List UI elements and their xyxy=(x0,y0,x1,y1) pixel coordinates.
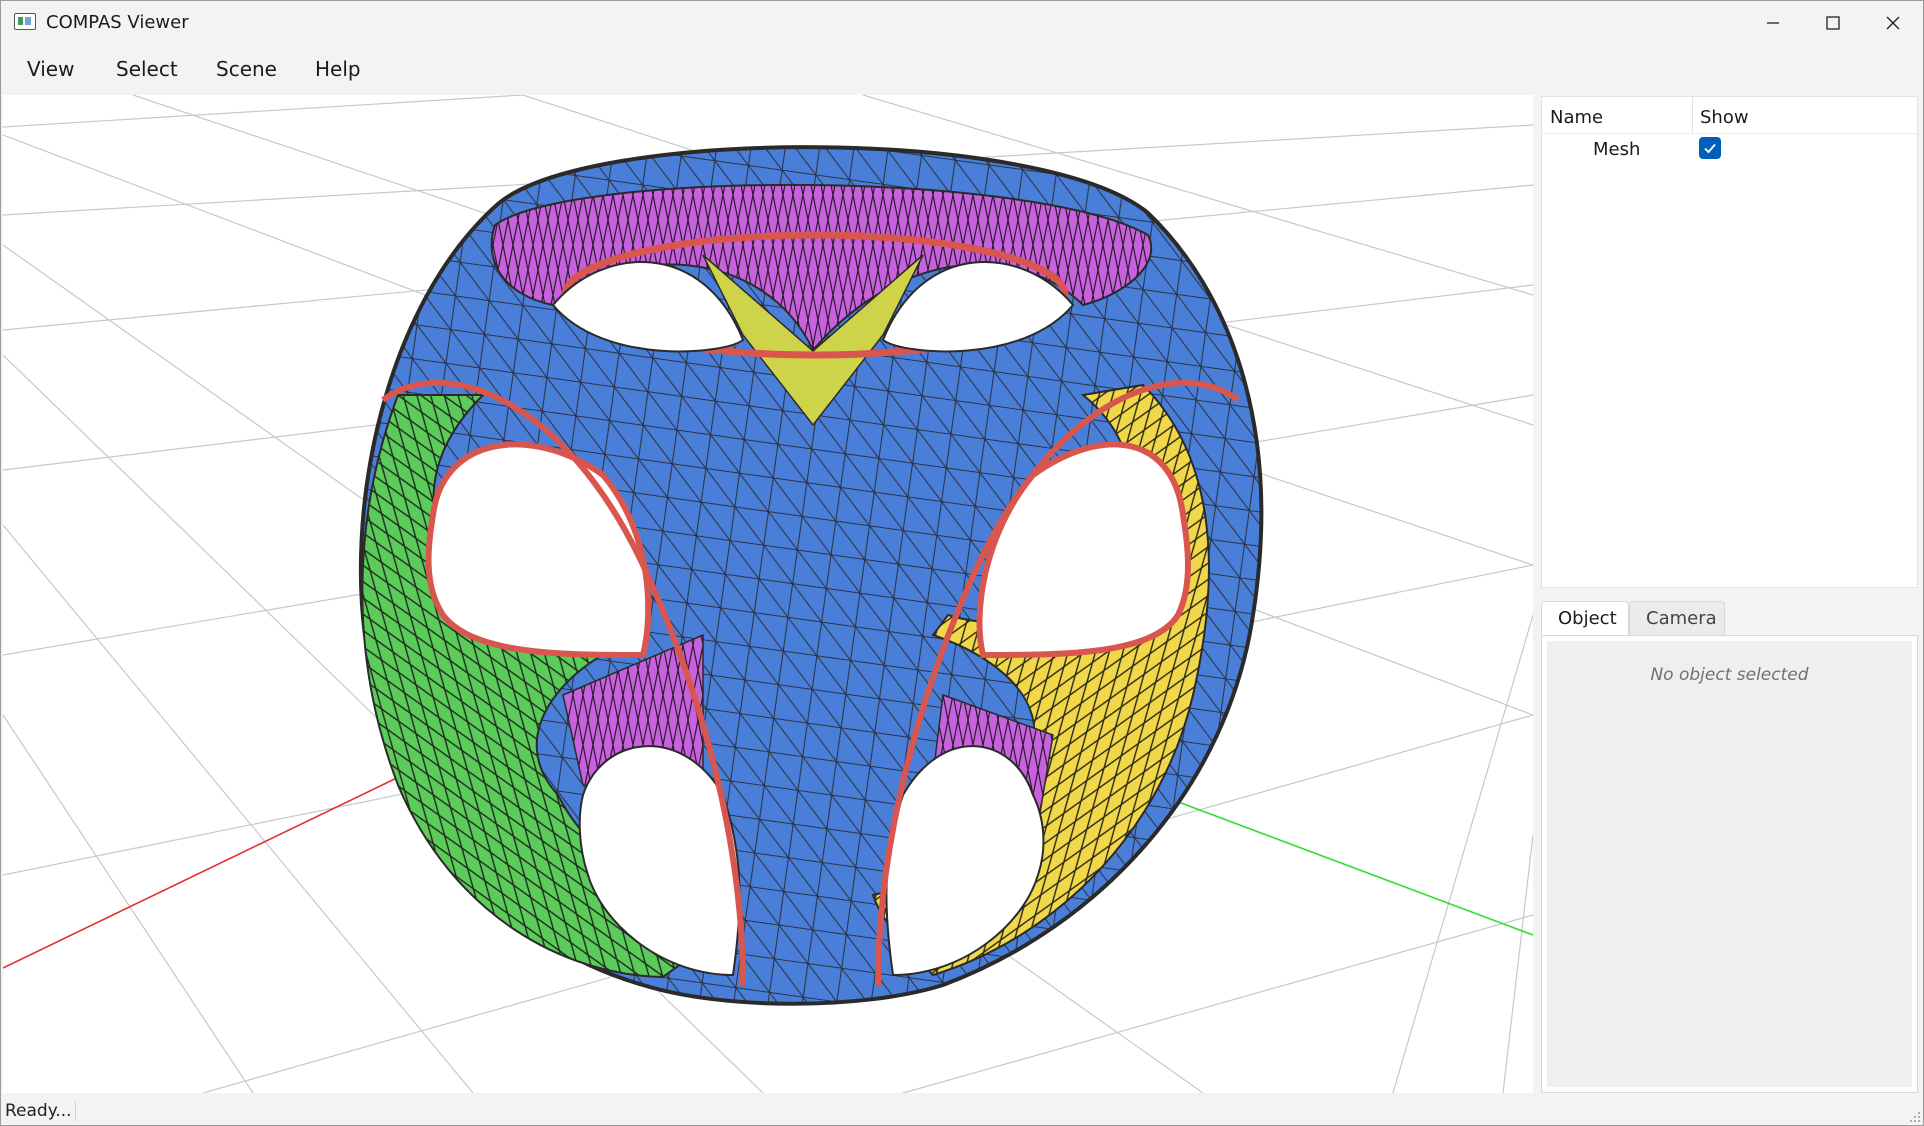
menu-scene[interactable]: Scene xyxy=(216,57,277,81)
window-title: COMPAS Viewer xyxy=(46,12,189,33)
app-icon xyxy=(14,13,36,30)
properties-content: No object selected xyxy=(1547,641,1912,1087)
tab-object[interactable]: Object xyxy=(1541,601,1629,635)
status-bar: Ready... xyxy=(1,1097,1923,1125)
menu-bar: View Select Scene Help xyxy=(1,47,1923,91)
tab-camera[interactable]: Camera xyxy=(1629,601,1725,635)
show-mesh-checkbox[interactable] xyxy=(1699,137,1721,159)
empty-selection-message: No object selected xyxy=(1650,665,1809,685)
3d-viewport[interactable] xyxy=(3,95,1533,1093)
maximize-button[interactable] xyxy=(1803,1,1863,45)
viewport-canvas[interactable] xyxy=(3,95,1533,1093)
close-button[interactable] xyxy=(1863,1,1923,45)
menu-view[interactable]: View xyxy=(27,57,74,81)
resize-grip-icon[interactable] xyxy=(1909,1111,1921,1123)
status-text: Ready... xyxy=(5,1101,76,1121)
app-window: COMPAS Viewer View Select Scene Help Nam… xyxy=(0,0,1924,1126)
mesh-object[interactable] xyxy=(358,145,1264,1006)
properties-tabs: Object Camera xyxy=(1541,601,1918,635)
menu-help[interactable]: Help xyxy=(315,57,361,81)
maximize-icon xyxy=(1826,16,1840,30)
properties-pane: No object selected xyxy=(1541,635,1918,1093)
close-icon xyxy=(1886,16,1900,30)
check-icon xyxy=(1704,143,1716,154)
column-header-name[interactable]: Name xyxy=(1550,107,1603,128)
menu-select[interactable]: Select xyxy=(116,57,178,81)
scene-tree-panel: Name Show Mesh xyxy=(1541,96,1918,588)
column-header-show[interactable]: Show xyxy=(1700,107,1749,128)
minimize-button[interactable] xyxy=(1743,1,1803,45)
column-divider[interactable] xyxy=(1692,97,1693,133)
scene-item-mesh[interactable]: Mesh xyxy=(1593,139,1640,160)
minimize-icon xyxy=(1767,22,1779,24)
title-bar[interactable]: COMPAS Viewer xyxy=(1,1,1923,45)
header-divider xyxy=(1542,133,1917,134)
